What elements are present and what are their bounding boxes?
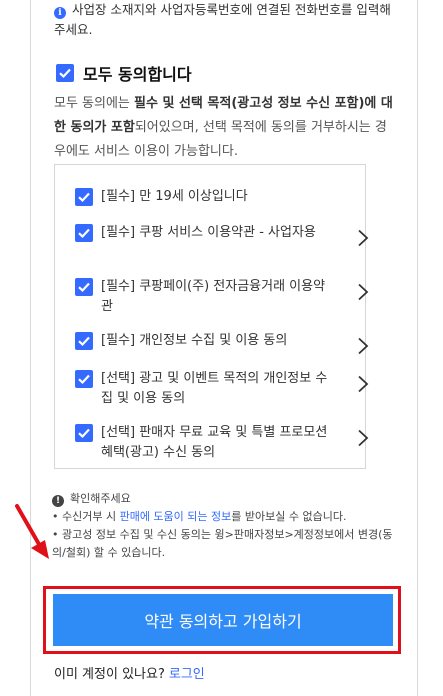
agree-all-description: 모두 동의에는 필수 및 선택 목적(광고성 정보 수신 포함)에 대한 동의가… [54, 92, 394, 164]
notes-title-row: ! 확인해주세요 [52, 490, 402, 508]
red-arrow-annotation [15, 504, 49, 559]
term-item-ad-privacy[interactable]: [선택] 광고 및 이벤트 목적의 개인정보 수집 및 이용 동의 [75, 369, 369, 409]
term-label: [필수] 쿠팡 서비스 이용약관 - 사업자용 [101, 225, 316, 240]
chevron-right-icon[interactable] [357, 375, 369, 393]
term-item-service[interactable]: [필수] 쿠팡 서비스 이용약관 - 사업자용 [75, 223, 369, 247]
login-link[interactable]: 로그인 [169, 667, 205, 682]
term-item-privacy[interactable]: [필수] 개인정보 수집 및 이용 동의 [75, 331, 369, 355]
term-label: [선택] 광고 및 이벤트 목적의 개인정보 수집 및 이용 동의 [101, 371, 328, 406]
note-highlight-text: 판매에 도움이 되는 정보 [119, 510, 232, 523]
checkbox-checked-icon[interactable] [75, 188, 93, 206]
note-line-2: • 광고성 정보 수집 및 수신 동의는 윙>판매자정보>계정정보에서 변경(동… [52, 528, 393, 559]
checkbox-checked-icon[interactable] [75, 424, 93, 442]
terms-list: [필수] 만 19세 이상입니다 [필수] 쿠팡 서비스 이용약관 - 사업자용… [54, 164, 369, 469]
chevron-right-icon[interactable] [357, 229, 369, 247]
info-icon: i [54, 7, 66, 19]
notes-title: 확인해주세요 [70, 492, 131, 505]
term-label: [선택] 판매자 무료 교육 및 특별 프로모션 혜택(광고) 수신 동의 [101, 425, 328, 460]
term-label: [필수] 쿠팡페이(주) 전자금융거래 이용약관 [101, 279, 326, 314]
note-text: • 수신거부 시 [52, 510, 120, 523]
agree-and-signup-button[interactable]: 약관 동의하고 가입하기 [53, 594, 393, 646]
agree-all-checkbox[interactable]: 모두 동의합니다 [56, 61, 192, 85]
login-prompt: 이미 계정이 있나요? 로그인 [54, 663, 205, 682]
note-line-1: • 수신거부 시 판매에 도움이 되는 정보를 받아보실 수 없습니다. [52, 508, 402, 526]
chevron-right-icon[interactable] [357, 337, 369, 355]
checkbox-checked-icon[interactable] [75, 278, 93, 296]
chevron-right-icon[interactable] [357, 283, 369, 301]
term-item-promotion[interactable]: [선택] 판매자 무료 교육 및 특별 프로모션 혜택(광고) 수신 동의 [75, 423, 369, 463]
desc-text-1: 모두 동의에는 [54, 96, 135, 111]
phone-notice: i 사업장 소재지와 사업자등록번호에 연결된 전화번호를 입력해 주세요. [54, 0, 406, 40]
checkbox-checked-icon[interactable] [75, 332, 93, 350]
checkbox-checked-icon[interactable] [75, 370, 93, 388]
notes-section: ! 확인해주세요 • 수신거부 시 판매에 도움이 되는 정보를 받아보실 수 없… [52, 490, 402, 562]
chevron-right-icon[interactable] [357, 429, 369, 447]
note-text: 를 받아보실 수 없습니다. [231, 510, 347, 523]
term-item-age[interactable]: [필수] 만 19세 이상입니다 [75, 187, 365, 207]
term-label: [필수] 개인정보 수집 및 이용 동의 [101, 333, 288, 348]
checkbox-checked-icon[interactable] [56, 64, 74, 82]
term-item-coupang-pay[interactable]: [필수] 쿠팡페이(주) 전자금융거래 이용약관 [75, 277, 369, 317]
login-prompt-text: 이미 계정이 있나요? [54, 667, 165, 682]
agree-all-label: 모두 동의합니다 [83, 65, 192, 84]
notice-text: 사업장 소재지와 사업자등록번호에 연결된 전화번호를 입력해 주세요. [54, 2, 391, 37]
term-label: [필수] 만 19세 이상입니다 [101, 189, 248, 204]
checkbox-checked-icon[interactable] [75, 224, 93, 242]
